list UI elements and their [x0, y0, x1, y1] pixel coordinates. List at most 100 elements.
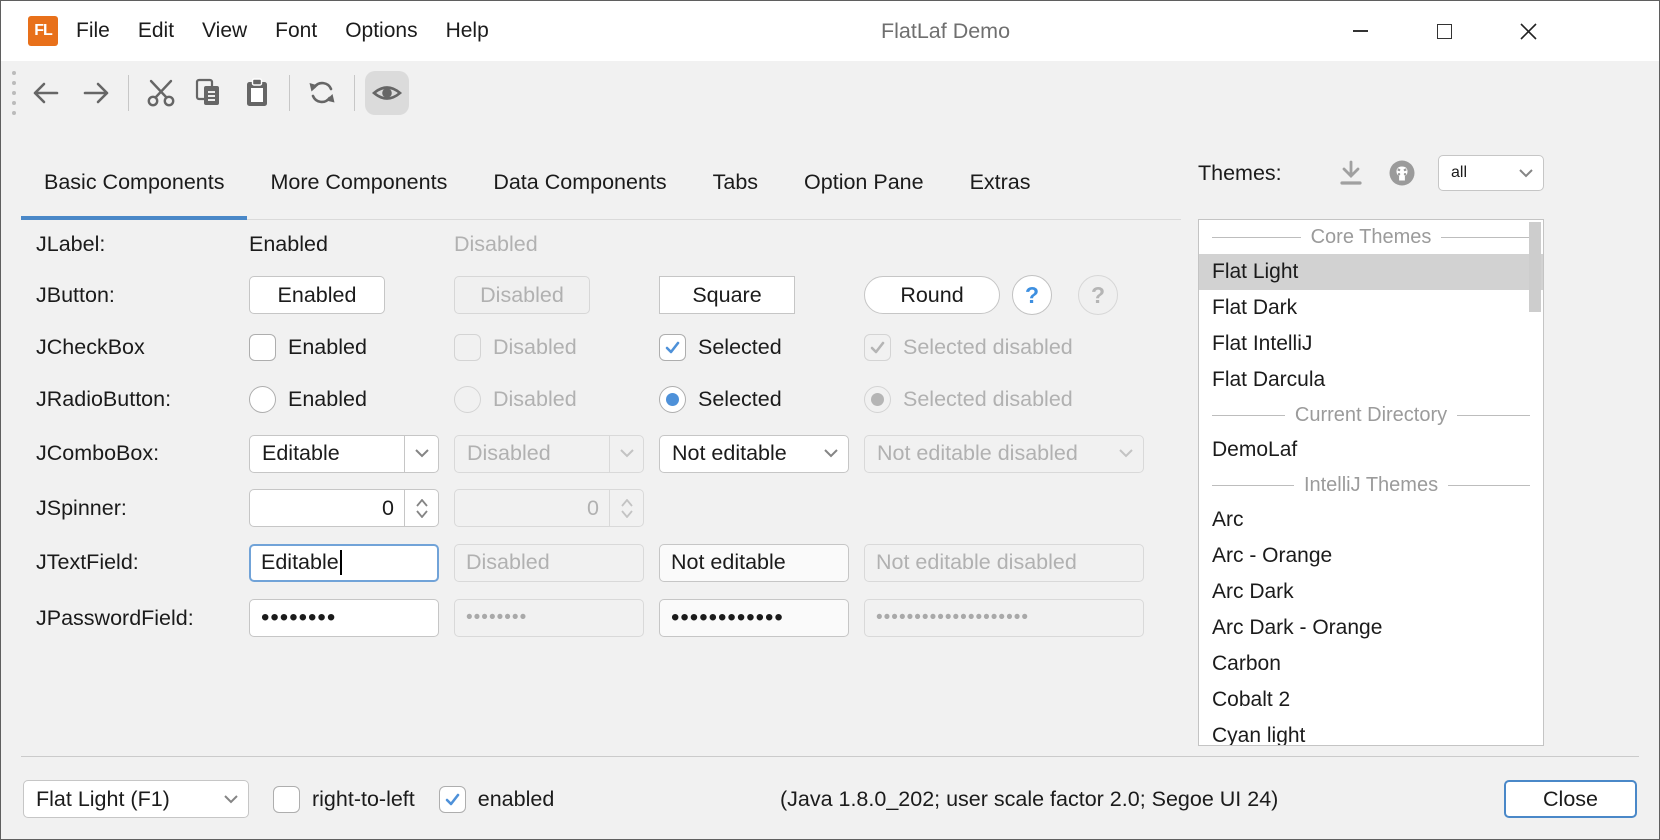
theme-item-cobalt-2[interactable]: Cobalt 2 [1199, 682, 1543, 718]
chevron-down-icon[interactable] [814, 436, 848, 472]
basic-components-panel: JLabel: Enabled Disabled JButton: Enable… [36, 219, 1147, 646]
jtextfield-editable[interactable]: Editable [249, 544, 439, 582]
tab-more-components[interactable]: More Components [247, 151, 470, 220]
jlabel-disabled: Disabled [454, 232, 659, 257]
theme-list: Core Themes Flat Light Flat Dark Flat In… [1198, 219, 1544, 746]
maximize-button[interactable] [1402, 1, 1486, 61]
github-button[interactable] [1386, 157, 1418, 189]
forward-button[interactable] [74, 71, 118, 115]
jcheckbox-enabled-label: Enabled [288, 335, 367, 360]
themes-filter-combo[interactable]: all [1438, 155, 1544, 191]
minimize-button[interactable] [1318, 1, 1402, 61]
combo-value: Not editable [660, 441, 814, 466]
back-button[interactable] [24, 71, 68, 115]
tab-extras[interactable]: Extras [947, 151, 1054, 220]
password-dots: •••••••••••• [671, 599, 784, 637]
laf-selector-combo[interactable]: Flat Light (F1) [23, 780, 249, 818]
jbutton-help-disabled: ? [1078, 275, 1118, 315]
theme-item-demolaf[interactable]: DemoLaf [1199, 432, 1543, 468]
theme-item-arc-orange[interactable]: Arc - Orange [1199, 538, 1543, 574]
theme-item-arc[interactable]: Arc [1199, 502, 1543, 538]
checkbox-unchecked-icon [273, 786, 300, 813]
combo-value: Disabled [455, 441, 609, 466]
jcombobox-editable[interactable]: Editable [249, 435, 439, 473]
menu-font[interactable]: Font [261, 1, 331, 61]
download-themes-button[interactable] [1336, 159, 1366, 187]
password-dots: •••••••• [466, 599, 527, 637]
theme-item-flat-light[interactable]: Flat Light [1199, 254, 1543, 290]
toolbar-separator [354, 75, 355, 111]
refresh-button[interactable] [300, 71, 344, 115]
textfield-value: Not editable disabled [876, 550, 1077, 575]
toolbar-grip[interactable] [12, 71, 16, 115]
app-logo-icon: FL [28, 16, 58, 46]
tab-option-pane[interactable]: Option Pane [781, 151, 947, 220]
scrollbar-thumb[interactable] [1529, 222, 1541, 312]
jcombobox-disabled: Disabled [454, 435, 644, 473]
jbutton-help[interactable]: ? [1012, 275, 1052, 315]
download-icon [1336, 159, 1366, 187]
jpasswordfield-enabled[interactable]: •••••••• [249, 599, 439, 637]
window-controls [1318, 1, 1570, 61]
maximize-icon [1437, 24, 1452, 39]
jspinner-enabled[interactable]: 0 [249, 489, 439, 527]
jpasswordfield-not-editable[interactable]: •••••••••••• [659, 599, 849, 637]
tab-tabs[interactable]: Tabs [690, 151, 781, 220]
theme-item-carbon[interactable]: Carbon [1199, 646, 1543, 682]
cut-button[interactable] [139, 71, 183, 115]
theme-item-arc-dark-orange[interactable]: Arc Dark - Orange [1199, 610, 1543, 646]
radio-unselected-icon [249, 386, 276, 413]
menu-help[interactable]: Help [432, 1, 503, 61]
tab-basic-components[interactable]: Basic Components [21, 151, 247, 220]
theme-item-flat-intellij[interactable]: Flat IntelliJ [1199, 326, 1543, 362]
textfield-value: Disabled [466, 550, 550, 575]
theme-item-arc-dark[interactable]: Arc Dark [1199, 574, 1543, 610]
jbutton-square[interactable]: Square [659, 276, 795, 314]
text-caret [340, 550, 342, 575]
copy-button[interactable] [187, 71, 231, 115]
toolbar-separator [128, 75, 129, 111]
menu-view[interactable]: View [188, 1, 261, 61]
right-to-left-label: right-to-left [312, 787, 415, 812]
themes-panel: Themes: all Core Themes Flat Light Flat … [1198, 151, 1544, 746]
jcheckbox-selected-disabled-label: Selected disabled [903, 335, 1073, 360]
jpasswordfield-not-editable-disabled: •••••••••••••••••••• [864, 599, 1144, 637]
tab-data-components[interactable]: Data Components [470, 151, 689, 220]
menu-file[interactable]: File [62, 1, 124, 61]
jradiobutton-enabled[interactable]: Enabled [249, 386, 454, 413]
paste-button[interactable] [235, 71, 279, 115]
right-to-left-checkbox[interactable]: right-to-left [273, 786, 415, 813]
row-label-jpasswordfield: JPasswordField: [36, 606, 249, 631]
chevron-down-icon[interactable] [214, 781, 248, 817]
checkbox-unchecked-icon [249, 334, 276, 361]
theme-separator: Core Themes [1199, 220, 1543, 254]
jcheckbox-selected[interactable]: Selected [659, 334, 864, 361]
close-window-button[interactable] [1486, 1, 1570, 61]
theme-item-cyan-light[interactable]: Cyan light [1199, 718, 1543, 746]
spinner-buttons[interactable] [404, 490, 438, 526]
jtextfield-not-editable[interactable]: Not editable [659, 544, 849, 582]
close-button[interactable]: Close [1504, 780, 1637, 818]
jcheckbox-selected-label: Selected [698, 335, 782, 360]
theme-item-flat-darcula[interactable]: Flat Darcula [1199, 362, 1543, 398]
jradiobutton-selected[interactable]: Selected [659, 386, 864, 413]
main-tab-bar: Basic Components More Components Data Co… [21, 151, 1181, 220]
jcombobox-not-editable[interactable]: Not editable [659, 435, 849, 473]
jpasswordfield-disabled: •••••••• [454, 599, 644, 637]
chevron-down-icon[interactable] [404, 436, 438, 472]
jbutton-round[interactable]: Round [864, 276, 1000, 314]
password-dots: •••••••••••••••••••• [876, 599, 1029, 637]
row-label-jradiobutton: JRadioButton: [36, 387, 249, 412]
menu-options[interactable]: Options [331, 1, 431, 61]
jbutton-disabled: Disabled [454, 276, 590, 314]
theme-item-flat-dark[interactable]: Flat Dark [1199, 290, 1543, 326]
jspinner-disabled: 0 [454, 489, 644, 527]
chevron-down-icon[interactable] [1509, 156, 1543, 190]
checkbox-unchecked-icon [454, 334, 481, 361]
enabled-checkbox[interactable]: enabled [439, 786, 555, 813]
jcheckbox-enabled[interactable]: Enabled [249, 334, 454, 361]
menu-edit[interactable]: Edit [124, 1, 188, 61]
show-hover-effects-toggle[interactable] [365, 71, 409, 115]
jbutton-enabled[interactable]: Enabled [249, 276, 385, 314]
jradiobutton-selected-label: Selected [698, 387, 782, 412]
